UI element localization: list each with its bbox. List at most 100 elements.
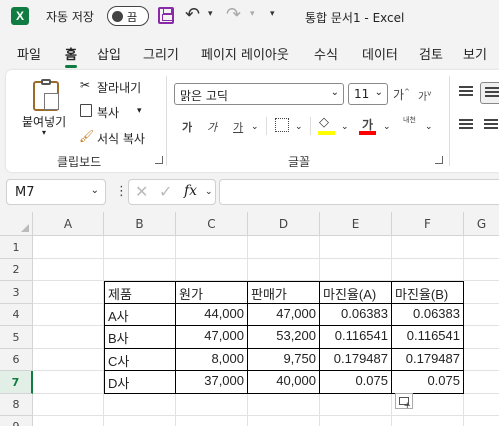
fx-dropdown-icon[interactable]: ⌄ bbox=[205, 187, 213, 197]
phonetic-dropdown-icon[interactable]: ⌄ bbox=[425, 122, 433, 132]
tab-data[interactable]: 데이터 bbox=[362, 44, 398, 66]
cut-icon[interactable]: ✂ bbox=[80, 78, 90, 92]
borders-dropdown-icon[interactable]: ⌄ bbox=[295, 122, 303, 132]
italic-button[interactable]: 가 bbox=[207, 119, 217, 135]
column-header[interactable]: A bbox=[33, 212, 104, 236]
tab-draw[interactable]: 그리기 bbox=[143, 44, 179, 66]
table-cell[interactable]: 0.075 bbox=[392, 371, 464, 394]
fill-dropdown-icon[interactable]: ⌄ bbox=[341, 122, 349, 132]
table-cell[interactable]: 0.075 bbox=[320, 371, 392, 394]
shrink-font-button[interactable]: 가v bbox=[418, 88, 431, 103]
name-box-value: M7 bbox=[15, 185, 35, 200]
table-cell[interactable]: 53,200 bbox=[248, 326, 320, 349]
table-cell[interactable]: 0.179487 bbox=[320, 349, 392, 371]
name-box[interactable]: M7 ⌄ bbox=[6, 179, 106, 205]
row-header[interactable]: 6 bbox=[0, 349, 33, 371]
paste-icon[interactable] bbox=[33, 79, 59, 111]
format-painter-icon[interactable]: 🖌 bbox=[79, 129, 94, 143]
underline-button[interactable]: 가 bbox=[233, 119, 243, 135]
table-cell[interactable]: D사 bbox=[104, 371, 176, 394]
redo-dropdown-icon[interactable]: ▾ bbox=[250, 9, 255, 19]
row-header[interactable]: 1 bbox=[0, 236, 33, 259]
align-top-icon[interactable] bbox=[459, 86, 473, 98]
grow-font-button[interactable]: 가^ bbox=[393, 86, 410, 103]
copy-dropdown-icon[interactable]: ▾ bbox=[137, 106, 142, 116]
column-header[interactable]: D bbox=[248, 212, 320, 236]
enter-icon[interactable]: ✓ bbox=[159, 182, 172, 201]
align-left-icon[interactable] bbox=[459, 119, 473, 131]
column-header[interactable]: C bbox=[176, 212, 248, 236]
customize-qat-icon[interactable]: ▾ bbox=[270, 9, 275, 19]
clipboard-launcher-icon[interactable] bbox=[155, 156, 163, 164]
table-header-cell[interactable]: 판매가 bbox=[248, 281, 320, 304]
table-cell[interactable]: 0.116541 bbox=[392, 326, 464, 349]
table-cell[interactable]: 0.179487 bbox=[392, 349, 464, 371]
table-cell[interactable]: 8,000 bbox=[176, 349, 248, 371]
table-header-cell[interactable]: 원가 bbox=[176, 281, 248, 304]
column-header[interactable]: G bbox=[464, 212, 499, 236]
insert-function-icon[interactable]: fx bbox=[184, 183, 197, 199]
tab-view[interactable]: 보기 bbox=[463, 44, 487, 66]
font-name-combo[interactable]: 맑은 고딕 ⌄ bbox=[174, 83, 344, 105]
select-all-corner[interactable] bbox=[0, 212, 33, 236]
table-cell[interactable]: 0.116541 bbox=[320, 326, 392, 349]
row-header[interactable]: 4 bbox=[0, 304, 33, 326]
tab-home[interactable]: 홈 bbox=[65, 44, 77, 68]
autosave-toggle[interactable]: 끔 bbox=[107, 6, 149, 26]
table-cell[interactable]: 40,000 bbox=[248, 371, 320, 394]
phonetic-button[interactable]: 내천 bbox=[403, 116, 419, 124]
tab-page-layout[interactable]: 페이지 레이아웃 bbox=[201, 44, 289, 66]
autosave-state: 끔 bbox=[127, 11, 138, 24]
paste-dropdown-icon[interactable]: ▾ bbox=[42, 128, 46, 137]
table-header-cell[interactable]: 제품 bbox=[104, 281, 176, 304]
table-cell[interactable]: 0.06383 bbox=[392, 304, 464, 326]
redo-icon[interactable]: ↷ bbox=[226, 4, 241, 25]
table-cell[interactable]: 44,000 bbox=[176, 304, 248, 326]
fill-color-icon[interactable]: ◇ bbox=[319, 115, 329, 130]
table-cell[interactable]: B사 bbox=[104, 326, 176, 349]
table-header-cell[interactable]: 마진율(B) bbox=[392, 281, 464, 304]
cut-button[interactable]: 잘라내기 bbox=[97, 79, 141, 96]
underline-dropdown-icon[interactable]: ⌄ bbox=[251, 122, 259, 132]
worksheet-grid[interactable]: A B C D E F G 1 2 3 4 5 6 7 8 9 제품원가판매가마… bbox=[0, 212, 499, 426]
row-header[interactable]: 8 bbox=[0, 394, 33, 416]
row-header-selected[interactable]: 7 bbox=[0, 371, 33, 394]
tab-review[interactable]: 검토 bbox=[419, 44, 443, 66]
table-header-cell[interactable]: 마진율(A) bbox=[320, 281, 392, 304]
copy-icon[interactable] bbox=[80, 104, 92, 117]
table-cell[interactable]: 47,000 bbox=[176, 326, 248, 349]
row-header[interactable]: 3 bbox=[0, 281, 33, 304]
align-center-icon[interactable] bbox=[484, 119, 498, 131]
font-launcher-icon[interactable] bbox=[435, 156, 443, 164]
row-header[interactable]: 5 bbox=[0, 326, 33, 349]
column-header[interactable]: F bbox=[392, 212, 464, 236]
font-size-combo[interactable]: 11 ⌄ bbox=[348, 83, 388, 105]
save-icon[interactable] bbox=[158, 7, 174, 24]
borders-icon[interactable] bbox=[275, 118, 289, 132]
tab-file[interactable]: 파일 bbox=[17, 44, 41, 66]
table-cell[interactable]: A사 bbox=[104, 304, 176, 326]
more-options-icon[interactable]: ⋮ bbox=[115, 184, 128, 199]
format-painter-button[interactable]: 서식 복사 bbox=[97, 130, 145, 147]
table-cell[interactable]: 0.06383 bbox=[320, 304, 392, 326]
column-header[interactable]: E bbox=[320, 212, 392, 236]
table-cell[interactable]: 9,750 bbox=[248, 349, 320, 371]
column-header[interactable]: B bbox=[104, 212, 176, 236]
table-cell[interactable]: 47,000 bbox=[248, 304, 320, 326]
formula-input[interactable] bbox=[219, 179, 499, 205]
bold-button[interactable]: 가 bbox=[182, 119, 192, 135]
row-header[interactable]: 9 bbox=[0, 416, 33, 426]
font-name-value: 맑은 고딕 bbox=[180, 89, 228, 103]
row-header[interactable]: 2 bbox=[0, 259, 33, 281]
table-cell[interactable]: 37,000 bbox=[176, 371, 248, 394]
cancel-icon[interactable]: ✕ bbox=[135, 182, 148, 201]
tab-formulas[interactable]: 수식 bbox=[314, 44, 338, 66]
quick-analysis-icon[interactable] bbox=[395, 393, 413, 411]
align-middle-button[interactable] bbox=[480, 82, 499, 104]
copy-button[interactable]: 복사 bbox=[97, 104, 119, 121]
table-cell[interactable]: C사 bbox=[104, 349, 176, 371]
undo-dropdown-icon[interactable]: ▾ bbox=[208, 9, 213, 19]
tab-insert[interactable]: 삽입 bbox=[97, 44, 121, 66]
undo-icon[interactable]: ↶ bbox=[185, 4, 200, 25]
font-color-dropdown-icon[interactable]: ⌄ bbox=[383, 122, 391, 132]
